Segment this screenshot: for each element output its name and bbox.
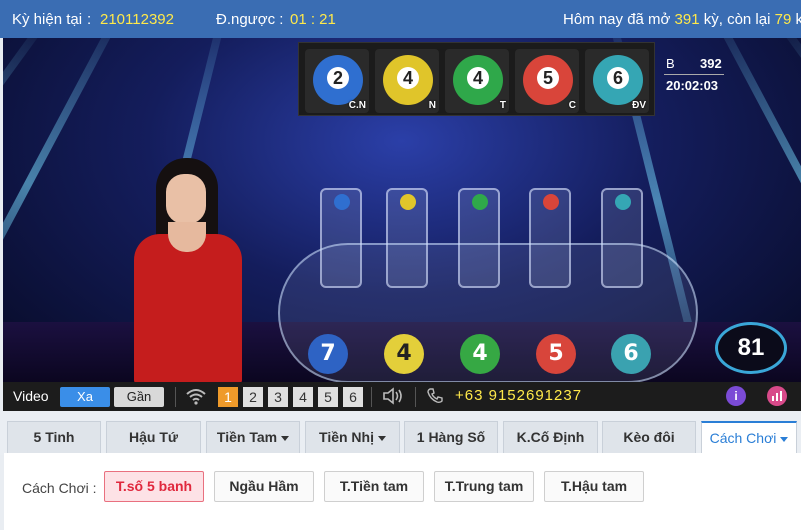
tube-ball xyxy=(334,194,350,210)
tab-hau-tu[interactable]: Hậu Tứ xyxy=(106,421,201,453)
today-prefix: Hôm nay đã mở xyxy=(563,11,671,28)
tab-k-co-dinh[interactable]: K.Cố Định xyxy=(503,421,598,453)
today-opened-count: 391 xyxy=(674,11,700,28)
option-tong-tien-tam[interactable]: T.Tiền tam xyxy=(324,471,424,502)
today-suffix: kỳ xyxy=(795,11,801,28)
control-divider xyxy=(175,387,176,407)
far-view-button[interactable]: Xa xyxy=(60,387,110,407)
result-ball: 5 xyxy=(536,334,576,374)
drawn-balls-panel: 2 C.N 4 N 4 T 5 C 6 ĐV xyxy=(298,42,655,116)
drawn-ball: 4 N xyxy=(375,49,439,113)
ball-number: 4 xyxy=(467,67,489,89)
presenter-dress xyxy=(134,234,242,382)
result-ball: 7 xyxy=(308,334,348,374)
ball-number: 6 xyxy=(607,67,629,89)
control-divider xyxy=(415,387,416,407)
near-view-button[interactable]: Gần xyxy=(114,387,164,407)
current-draw-value: 210112392 xyxy=(100,11,174,28)
camera-button-1[interactable]: 1 xyxy=(218,387,238,407)
clock-draw-number: 392 xyxy=(700,56,722,71)
today-summary: Hôm nay đã mở 391 kỳ, còn lại 79 kỳ xyxy=(563,11,801,28)
tab-tien-nhi[interactable]: Tiền Nhị xyxy=(305,421,400,453)
stage-light-beam xyxy=(3,38,51,361)
tab-label: 5 Tinh xyxy=(33,429,75,445)
result-ball: 6 xyxy=(611,334,651,374)
tab-label: Kèo đôi xyxy=(623,429,675,445)
stage-light-beam xyxy=(3,38,131,371)
option-tong-so-5-banh[interactable]: T.số 5 banh xyxy=(104,471,204,502)
tab-1-hang-so[interactable]: 1 Hàng Số xyxy=(404,421,498,453)
ball-position-label: C xyxy=(568,100,576,111)
control-divider xyxy=(371,387,372,407)
drawn-ball: 6 ĐV xyxy=(585,49,649,113)
camera-button-6[interactable]: 6 xyxy=(343,387,363,407)
tube-ball xyxy=(472,194,488,210)
stage-light-beam xyxy=(773,38,801,361)
ball-position-label: C.N xyxy=(348,100,366,111)
chevron-down-icon xyxy=(780,436,789,442)
wifi-icon[interactable] xyxy=(185,386,207,411)
camera-button-4[interactable]: 4 xyxy=(293,387,313,407)
tab-label: K.Cố Định xyxy=(516,429,585,445)
ball-position-label: N xyxy=(428,100,436,111)
current-draw-separator: : xyxy=(87,11,92,28)
presenter xyxy=(128,158,248,382)
drawn-ball: 2 C.N xyxy=(305,49,369,113)
tube-ball xyxy=(543,194,559,210)
chevron-down-icon xyxy=(377,435,386,441)
countdown-value: 01 : 21 xyxy=(290,11,336,28)
play-method-panel: Cách Chơi : T.số 5 banh Ngầu Hầm T.Tiền … xyxy=(4,453,801,530)
drawn-ball: 4 T xyxy=(445,49,509,113)
hotline-number: +63 9152691237 xyxy=(455,387,583,404)
camera-button-5[interactable]: 5 xyxy=(318,387,338,407)
tab-5-tinh[interactable]: 5 Tinh xyxy=(7,421,101,453)
tube-ball xyxy=(615,194,631,210)
play-method-label: Cách Chơi : xyxy=(22,480,97,496)
tab-tien-tam[interactable]: Tiền Tam xyxy=(206,421,300,453)
tab-cach-choi[interactable]: Cách Chơi xyxy=(701,421,797,453)
speaker-icon[interactable] xyxy=(381,386,405,411)
chart-icon[interactable] xyxy=(767,386,787,406)
tab-keo-doi[interactable]: Kèo đôi xyxy=(602,421,696,453)
presenter-face xyxy=(166,174,206,224)
ball-number: 2 xyxy=(327,67,349,89)
tab-label: Cách Chơi xyxy=(709,430,777,446)
ball-number: 5 xyxy=(537,67,559,89)
clock-divider xyxy=(664,74,724,75)
option-tong-hau-tam[interactable]: T.Hậu tam xyxy=(544,471,644,502)
stage-light-beam xyxy=(703,38,801,371)
camera-button-2[interactable]: 2 xyxy=(243,387,263,407)
today-middle: kỳ, còn lại xyxy=(703,11,771,28)
tab-label: Tiền Nhị xyxy=(319,429,374,445)
info-icon[interactable]: i xyxy=(726,386,746,406)
result-ball: 4 xyxy=(384,334,424,374)
result-ball: 4 xyxy=(460,334,500,374)
tube-ball xyxy=(400,194,416,210)
remaining-balls-counter: 81 xyxy=(715,322,787,374)
lottery-live-page: Kỳ hiện tại : 210112392 Đ.ngược : 01 : 2… xyxy=(0,0,801,530)
option-tong-trung-tam[interactable]: T.Trung tam xyxy=(434,471,534,502)
clock-time: 20:02:03 xyxy=(666,78,719,93)
countdown-label: Đ.ngược : xyxy=(216,11,284,28)
ball-number: 4 xyxy=(397,67,419,89)
ball-position-label: ĐV xyxy=(632,100,646,111)
live-video-stream[interactable]: 2 C.N 4 N 4 T 5 C 6 ĐV B 392 20:02:03 7 … xyxy=(3,38,801,382)
tab-label: Hậu Tứ xyxy=(128,429,179,445)
chevron-down-icon xyxy=(281,435,290,441)
video-label: Video xyxy=(13,388,49,404)
ball-position-label: T xyxy=(499,100,506,111)
drawn-ball: 5 C xyxy=(515,49,579,113)
camera-button-3[interactable]: 3 xyxy=(268,387,288,407)
today-remaining-count: 79 xyxy=(774,11,792,28)
current-draw-label: Kỳ hiện tại xyxy=(12,11,83,28)
clock-letter: B xyxy=(666,56,675,71)
tab-label: Tiền Tam xyxy=(216,429,278,445)
video-control-bar: Video Xa Gần 1 2 3 4 5 6 +63 9152691237 … xyxy=(3,382,801,411)
tab-label: 1 Hàng Số xyxy=(416,429,486,445)
game-type-tabs: 5 Tinh Hậu Tứ Tiền Tam Tiền Nhị 1 Hàng S… xyxy=(0,411,801,455)
phone-icon xyxy=(426,387,444,410)
draw-info-bar: Kỳ hiện tại : 210112392 Đ.ngược : 01 : 2… xyxy=(0,0,801,38)
option-ngau-ham[interactable]: Ngầu Hầm xyxy=(214,471,314,502)
